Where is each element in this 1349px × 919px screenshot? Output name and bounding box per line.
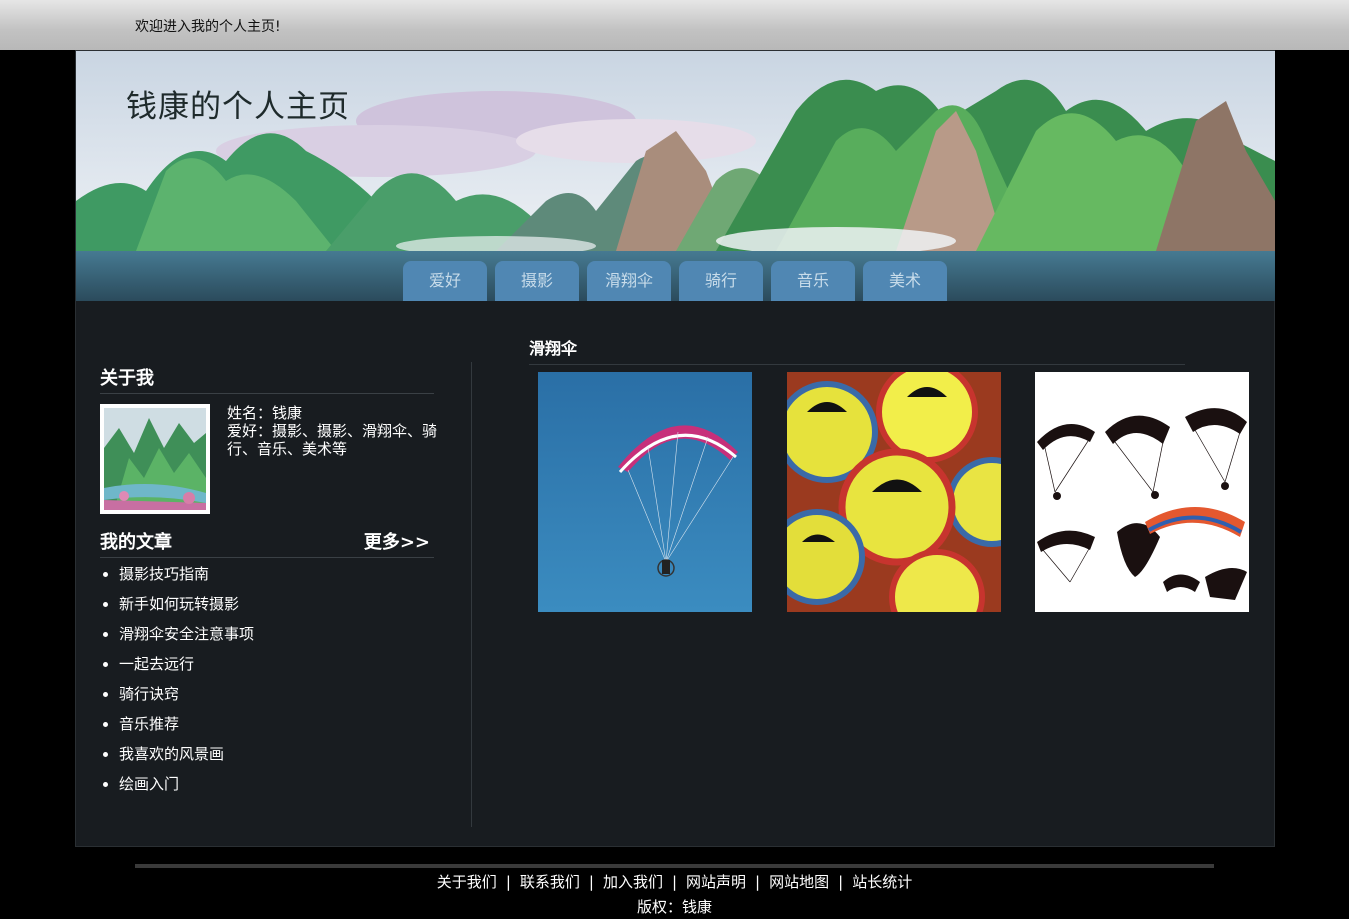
footer-link-sitemap[interactable]: 网站地图 — [769, 873, 829, 891]
article-item[interactable]: 一起去远行 — [100, 649, 434, 679]
footer-link-about[interactable]: 关于我们 — [437, 873, 497, 891]
about-section: 关于我 姓名：钱康 爱好：摄影、摄影、滑翔伞、骑行、音乐、美术等 — [100, 364, 437, 514]
article-item[interactable]: 绘画入门 — [100, 769, 434, 799]
footer-link-stats[interactable]: 站长统计 — [852, 873, 912, 891]
copyright-text: 版权：钱康 — [636, 898, 712, 916]
nav-tab-paragliding[interactable]: 滑翔伞 — [587, 261, 671, 301]
footer-separator: | — [671, 873, 678, 891]
article-list: 摄影技巧指南 新手如何玩转摄影 滑翔伞安全注意事项 一起去远行 骑行诀窍 音乐推… — [100, 559, 434, 799]
main-nav: 爱好 摄影 滑翔伞 骑行 音乐 美术 — [76, 251, 1275, 301]
page-container: 钱康的个人主页 爱好 摄影 滑翔伞 骑行 音乐 美术 关于我 姓名：钱康 爱好：… — [75, 50, 1275, 847]
footer-links: 关于我们 | 联系我们 | 加入我们 | 网站声明 | 网站地图 | 站长统计 — [0, 871, 1349, 892]
article-item[interactable]: 摄影技巧指南 — [100, 559, 434, 589]
paraglider-sky-image — [538, 372, 752, 612]
welcome-text: 欢迎进入我的个人主页! — [135, 19, 281, 35]
paragliding-badges-image — [787, 372, 1001, 612]
avatar — [100, 404, 210, 514]
avatar-landscape-image — [104, 408, 206, 510]
about-hobbies: 爱好：摄影、摄影、滑翔伞、骑行、音乐、美术等 — [227, 422, 438, 458]
footer-divider — [135, 864, 1214, 868]
footer-link-contact[interactable]: 联系我们 — [520, 873, 580, 891]
about-title: 关于我 — [100, 364, 434, 394]
gallery-image-silhouettes[interactable] — [1035, 372, 1249, 612]
articles-section: 我的文章 更多>> 摄影技巧指南 新手如何玩转摄影 滑翔伞安全注意事项 一起去远… — [100, 528, 434, 799]
footer-separator: | — [838, 873, 844, 891]
article-item[interactable]: 滑翔伞安全注意事项 — [100, 619, 434, 649]
content-title: 滑翔伞 — [529, 335, 1185, 365]
article-item[interactable]: 音乐推荐 — [100, 709, 434, 739]
nav-tab-cycling[interactable]: 骑行 — [679, 261, 763, 301]
nav-tab-art[interactable]: 美术 — [863, 261, 947, 301]
gallery-image-paraglider[interactable] — [538, 372, 752, 612]
footer-separator: | — [755, 873, 761, 891]
more-articles-link[interactable]: 更多>> — [364, 528, 430, 554]
footer-separator: | — [588, 873, 594, 891]
footer-link-statement[interactable]: 网站声明 — [686, 873, 746, 891]
paraglider-silhouettes-image — [1035, 372, 1249, 612]
footer-link-join[interactable]: 加入我们 — [603, 873, 663, 891]
nav-tab-music[interactable]: 音乐 — [771, 261, 855, 301]
content-divider — [471, 362, 472, 827]
article-item[interactable]: 新手如何玩转摄影 — [100, 589, 434, 619]
nav-tab-photography[interactable]: 摄影 — [495, 261, 579, 301]
gallery-image-badges[interactable] — [787, 372, 1001, 612]
site-title: 钱康的个人主页 — [126, 89, 350, 125]
nav-tab-hobby[interactable]: 爱好 — [403, 261, 487, 301]
article-item[interactable]: 骑行诀窍 — [100, 679, 434, 709]
about-info: 姓名：钱康 爱好：摄影、摄影、滑翔伞、骑行、音乐、美术等 — [227, 404, 437, 458]
footer-separator: | — [505, 873, 511, 891]
top-welcome-bar: 欢迎进入我的个人主页! — [0, 0, 1349, 50]
about-name: 姓名：钱康 — [227, 404, 303, 422]
article-item[interactable]: 我喜欢的风景画 — [100, 739, 434, 769]
